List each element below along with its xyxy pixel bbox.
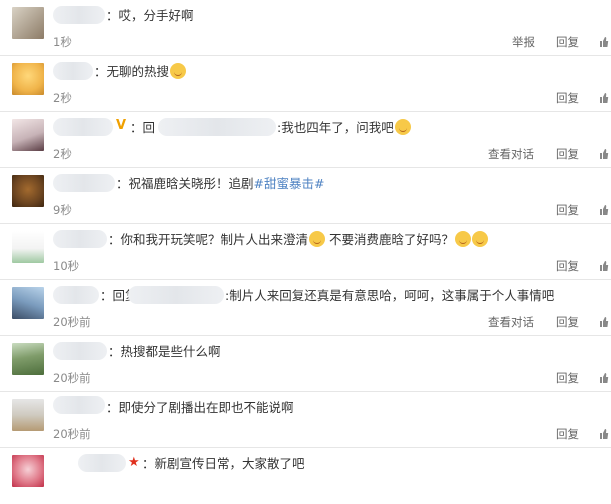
comment-time: 2秒 xyxy=(53,91,72,105)
comment-text: ：哎，分手好啊 xyxy=(106,8,194,23)
comment-item: ★ ：新剧宣传日常，大家散了吧 xyxy=(0,448,611,504)
comment-item: ：你和我开玩笑呢？制片人出来澄清 不要消费鹿晗了好吗？ 10秒 回复 xyxy=(0,224,611,280)
username-blurred[interactable] xyxy=(78,454,126,472)
reply-target-blurred[interactable] xyxy=(158,118,276,136)
comment-item: ：热搜都是些什么啊 20秒前 回复 xyxy=(0,336,611,392)
comment-item: ：回复 :制片人来回复还真是有意思哈，呵呵，这事属于个人事情吧 20秒前 查看对… xyxy=(0,280,611,336)
vip-badge-icon: V xyxy=(116,118,127,133)
comment-time: 20秒前 xyxy=(53,427,91,441)
username-blurred[interactable] xyxy=(53,342,107,360)
username-blurred[interactable] xyxy=(53,6,105,24)
username-blurred[interactable] xyxy=(53,174,115,192)
comment-text: :制片人来回复还真是有意思哈，呵呵，这事属于个人事情吧 xyxy=(225,288,555,303)
comment-time: 1秒 xyxy=(53,35,72,49)
thumbs-up-icon[interactable] xyxy=(599,372,609,384)
comment-text-body: ：你和我开玩笑呢？制片人出来澄清 xyxy=(108,232,309,247)
comment-time: 20秒前 xyxy=(53,371,91,385)
comment-time: 20秒前 xyxy=(53,315,91,329)
thumbs-up-icon[interactable] xyxy=(599,260,609,272)
smiley-emoji-icon xyxy=(472,231,489,247)
comment-item: ：祝福鹿晗关晓彤！追剧#甜蜜暴击# 9秒 回复 xyxy=(0,168,611,224)
comment-text: ：即使分了剧播出在即也不能说啊 xyxy=(106,400,294,415)
smiley-emoji-icon xyxy=(170,63,187,79)
hashtag-link[interactable]: #甜蜜暴击# xyxy=(254,176,325,191)
reply-button[interactable]: 回复 xyxy=(556,426,579,442)
comment-text: ：新剧宣传日常，大家散了吧 xyxy=(142,456,305,471)
comment-text-body: :我也四年了，问我吧 xyxy=(277,120,394,135)
reply-button[interactable]: 回复 xyxy=(556,146,579,162)
smiley-emoji-icon xyxy=(309,231,326,247)
avatar[interactable] xyxy=(12,399,44,431)
star-badge-icon: ★ xyxy=(128,455,140,470)
comment-list: ：哎，分手好啊 1秒 举报 回复 ：无聊的热搜 2秒 回复 V ：回 :我也四年… xyxy=(0,0,611,487)
view-conversation-button[interactable]: 查看对话 xyxy=(488,146,534,162)
avatar[interactable] xyxy=(12,119,44,151)
reply-button[interactable]: 回复 xyxy=(556,370,579,386)
avatar[interactable] xyxy=(12,455,44,487)
reply-button[interactable]: 回复 xyxy=(556,258,579,274)
reply-button[interactable]: 回复 xyxy=(556,90,579,106)
thumbs-up-icon[interactable] xyxy=(599,204,609,216)
comment-item: V ：回 :我也四年了，问我吧 2秒 查看对话 回复 xyxy=(0,112,611,168)
smiley-emoji-icon xyxy=(394,119,411,135)
username-blurred[interactable] xyxy=(53,396,105,414)
comment-time: 2秒 xyxy=(53,147,72,161)
username-blurred[interactable] xyxy=(53,230,107,248)
comment-text: ：你和我开玩笑呢？制片人出来澄清 不要消费鹿晗了好吗？ xyxy=(108,231,489,249)
comment-text: :我也四年了，问我吧 xyxy=(277,119,411,137)
username-blurred[interactable] xyxy=(53,62,93,80)
comment-item: ：即使分了剧播出在即也不能说啊 20秒前 回复 xyxy=(0,392,611,448)
avatar[interactable] xyxy=(12,231,44,263)
comment-time: 9秒 xyxy=(53,203,72,217)
thumbs-up-icon[interactable] xyxy=(599,316,609,328)
username-blurred[interactable] xyxy=(53,286,99,304)
thumbs-up-icon[interactable] xyxy=(599,428,609,440)
comment-text: ：祝福鹿晗关晓彤！追剧#甜蜜暴击# xyxy=(116,175,324,193)
comment-text: ：热搜都是些什么啊 xyxy=(108,344,221,359)
reply-button[interactable]: 回复 xyxy=(556,314,579,330)
comment-text: ：无聊的热搜 xyxy=(94,63,187,81)
avatar[interactable] xyxy=(12,343,44,375)
thumbs-up-icon[interactable] xyxy=(599,36,609,48)
comment-item: ：无聊的热搜 2秒 回复 xyxy=(0,56,611,112)
view-conversation-button[interactable]: 查看对话 xyxy=(488,314,534,330)
comment-text-body: ：祝福鹿晗关晓彤！追剧 xyxy=(116,176,254,191)
reply-target-blurred[interactable] xyxy=(128,286,224,304)
comment-item: ：哎，分手好啊 1秒 举报 回复 xyxy=(0,0,611,56)
smiley-emoji-icon xyxy=(455,231,472,247)
comment-reply-prefix: ：回 xyxy=(130,120,156,135)
reply-button[interactable]: 回复 xyxy=(556,34,579,50)
thumbs-up-icon[interactable] xyxy=(599,92,609,104)
report-button[interactable]: 举报 xyxy=(512,34,535,50)
comment-text-body-2: 不要消费鹿晗了好吗？ xyxy=(329,232,455,247)
avatar[interactable] xyxy=(12,175,44,207)
comment-time: 10秒 xyxy=(53,259,80,273)
reply-button[interactable]: 回复 xyxy=(556,202,579,218)
avatar[interactable] xyxy=(12,7,44,39)
avatar[interactable] xyxy=(12,63,44,95)
comment-text-body: ：无聊的热搜 xyxy=(94,64,170,79)
thumbs-up-icon[interactable] xyxy=(599,148,609,160)
avatar[interactable] xyxy=(12,287,44,319)
username-blurred[interactable] xyxy=(53,118,113,136)
